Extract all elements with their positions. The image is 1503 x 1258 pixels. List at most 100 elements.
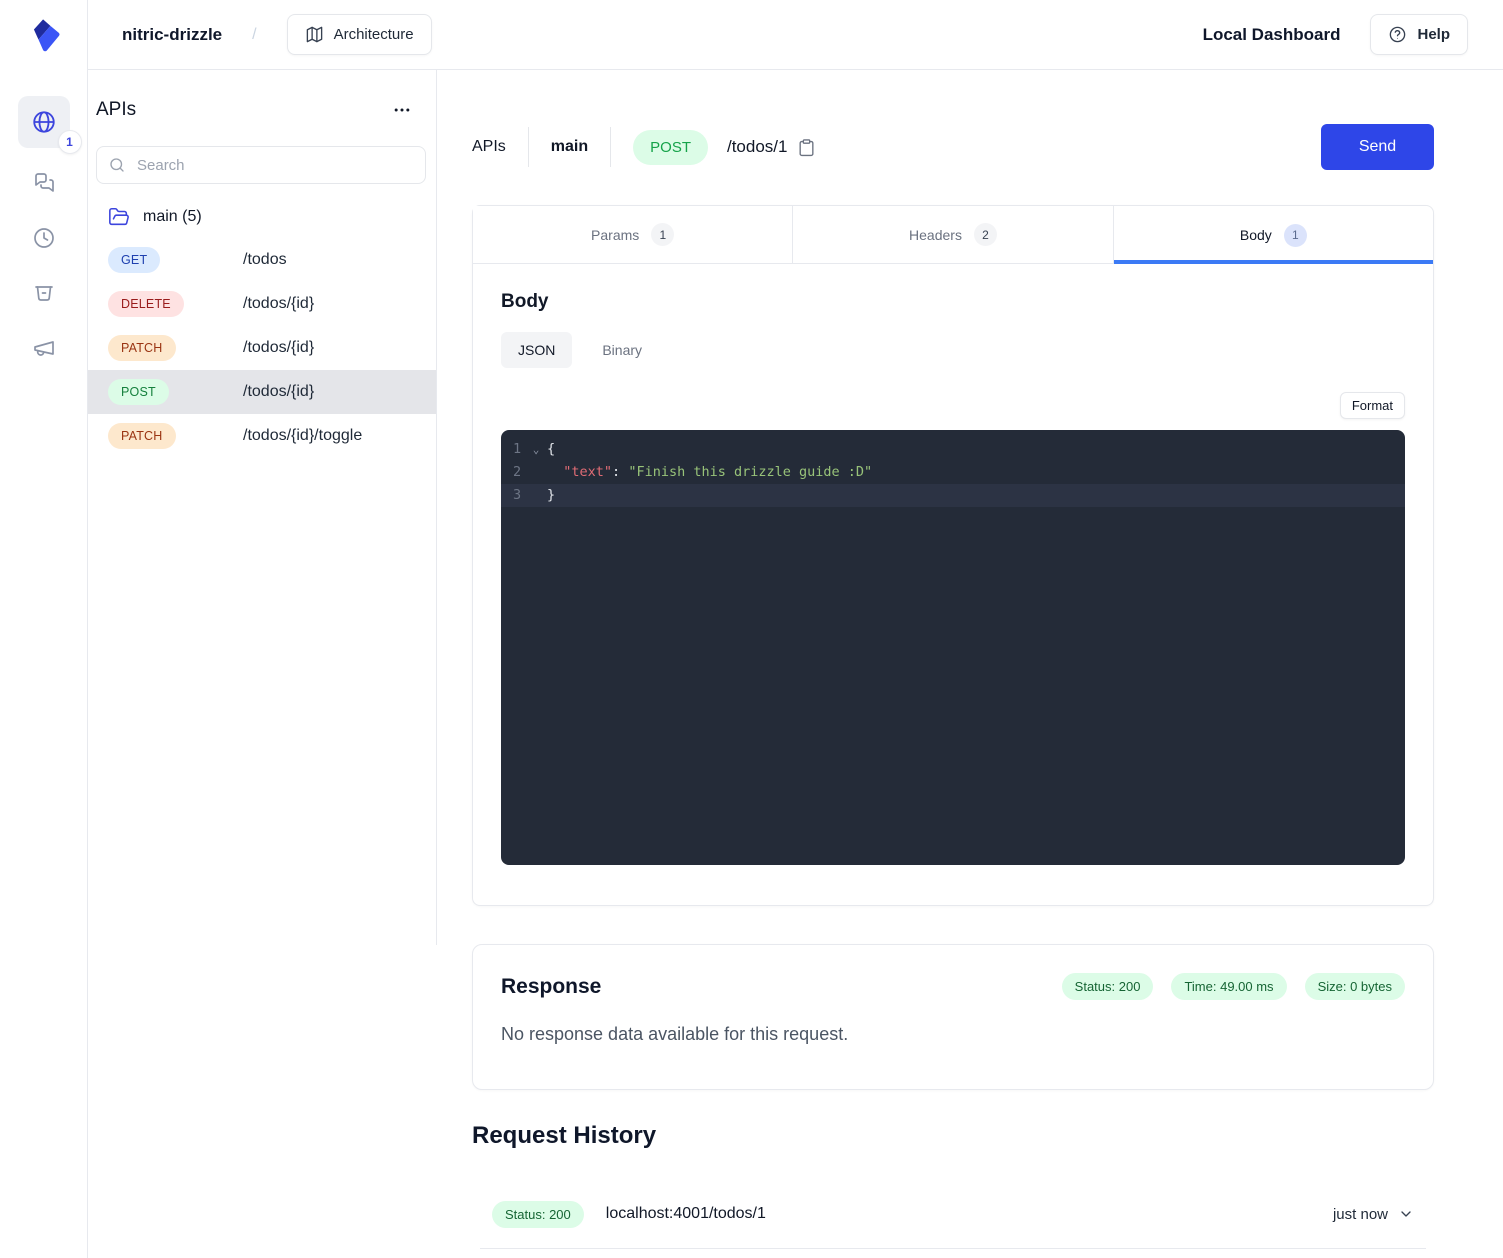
chevron-down-icon[interactable] [1398, 1206, 1414, 1222]
top-bar: nitric-drizzle / Architecture Local Dash… [88, 0, 1503, 70]
response-title: Response [501, 975, 601, 999]
endpoint-path: /todos/{id} [243, 295, 314, 313]
request-history-title: Request History [472, 1122, 1434, 1150]
project-name: nitric-drizzle [122, 25, 222, 45]
nitric-local-dashboard: 1 [0, 0, 1503, 1258]
folder-label: main (5) [143, 208, 202, 226]
history-status-badge: Status: 200 [492, 1201, 584, 1228]
response-empty-message: No response data available for this requ… [501, 1024, 1405, 1045]
divider [528, 127, 529, 167]
line-number: 1 [513, 438, 525, 461]
send-button[interactable]: Send [1321, 124, 1434, 170]
architecture-button[interactable]: Architecture [287, 14, 432, 55]
history-row[interactable]: Status: 200 localhost:4001/todos/1 just … [472, 1192, 1434, 1236]
panel-menu-button[interactable] [388, 96, 416, 124]
code-token: "Finish this drizzle guide :D" [628, 464, 872, 480]
breadcrumb-separator: / [252, 26, 256, 44]
method-badge: PATCH [108, 335, 176, 361]
icon-rail: 1 [0, 0, 88, 1258]
size-badge: Size: 0 bytes [1305, 973, 1405, 1000]
editor-line: 1 ⌄ { [501, 438, 1405, 461]
ellipsis-icon [392, 100, 412, 120]
tab-headers[interactable]: Headers 2 [793, 206, 1113, 264]
time-badge: Time: 49.00 ms [1171, 973, 1286, 1000]
tab-count-badge: 1 [1284, 224, 1307, 247]
apis-count-badge: 1 [58, 130, 82, 154]
code-token [547, 464, 563, 480]
request-tabs: Params 1 Headers 2 Body 1 [473, 206, 1433, 264]
mode-binary[interactable]: Binary [585, 332, 659, 368]
fold-spacer [525, 461, 547, 484]
endpoint-path: /todos/{id} [243, 339, 314, 357]
apis-panel: APIs main [88, 70, 437, 945]
rail-items: 1 [18, 70, 70, 368]
divider [480, 1248, 1426, 1249]
tab-body[interactable]: Body 1 [1114, 206, 1433, 264]
nitric-logo[interactable] [0, 0, 87, 70]
fold-spacer [525, 484, 547, 507]
breadcrumb-apis: APIs [472, 138, 506, 156]
fold-chevron-icon[interactable]: ⌄ [525, 438, 547, 461]
request-bar: APIs main POST /todos/1 Sen [472, 124, 1434, 170]
map-icon [305, 25, 324, 44]
breadcrumb-api-name: main [551, 138, 588, 156]
method-badge: GET [108, 247, 160, 273]
apis-panel-title: APIs [96, 99, 136, 121]
body-section-title: Body [501, 291, 1405, 313]
code-token: "text" [563, 464, 612, 480]
endpoint-patch-todos-id[interactable]: PATCH /todos/{id} [88, 326, 436, 370]
editor-line: 2 "text": "Finish this drizzle guide :D" [501, 461, 1405, 484]
json-body-editor[interactable]: 1 ⌄ { 2 "text": "Finish this drizzle gui… [501, 430, 1405, 865]
tab-label: Body [1240, 227, 1272, 243]
response-card: Response Status: 200 Time: 49.00 ms Size… [472, 944, 1434, 1090]
globe-icon [31, 109, 57, 135]
status-badge: Status: 200 [1062, 973, 1154, 1000]
copy-url-button[interactable] [797, 138, 816, 157]
sidebar-item-apis[interactable]: 1 [18, 96, 70, 148]
mode-json[interactable]: JSON [501, 332, 572, 368]
response-badges: Status: 200 Time: 49.00 ms Size: 0 bytes [1062, 973, 1405, 1000]
editor-line-active: 3 } [501, 484, 1405, 507]
local-dashboard-title: Local Dashboard [1203, 25, 1341, 45]
format-button[interactable]: Format [1340, 392, 1405, 419]
divider [610, 127, 611, 167]
sidebar-item-topics[interactable] [24, 328, 64, 368]
method-badge: DELETE [108, 291, 184, 317]
endpoint-path: /todos/{id}/toggle [243, 427, 362, 445]
tab-params[interactable]: Params 1 [473, 206, 793, 264]
body-mode-switch: JSON Binary [501, 332, 1405, 368]
tab-label: Headers [909, 227, 962, 243]
request-method-badge: POST [633, 130, 708, 165]
api-folder-main[interactable]: main (5) [88, 184, 436, 238]
sidebar-item-storage[interactable] [24, 273, 64, 313]
request-path: /todos/1 [727, 137, 788, 157]
tab-label: Params [591, 227, 639, 243]
history-time: just now [1333, 1206, 1388, 1223]
nitric-logo-icon [22, 13, 66, 57]
endpoint-list: GET /todos DELETE /todos/{id} PATCH /tod… [88, 238, 436, 458]
sidebar-item-schedules[interactable] [24, 218, 64, 258]
help-label: Help [1417, 26, 1450, 43]
method-badge: PATCH [108, 423, 176, 449]
tab-count-badge: 2 [974, 223, 997, 246]
clock-icon [32, 226, 56, 250]
endpoint-delete-todos-id[interactable]: DELETE /todos/{id} [88, 282, 436, 326]
method-badge: POST [108, 379, 169, 405]
help-circle-icon [1388, 25, 1407, 44]
search-icon [108, 156, 126, 174]
search-input[interactable] [96, 146, 426, 184]
line-number: 3 [513, 484, 525, 507]
help-button[interactable]: Help [1370, 14, 1468, 55]
architecture-label: Architecture [334, 26, 414, 43]
endpoint-post-todos-id[interactable]: POST /todos/{id} [88, 370, 436, 414]
clipboard-icon [797, 138, 816, 157]
endpoint-path: /todos/{id} [243, 383, 314, 401]
code-token: { [547, 441, 555, 457]
sidebar-item-websockets[interactable] [24, 163, 64, 203]
tab-count-badge: 1 [651, 223, 674, 246]
history-url: localhost:4001/todos/1 [606, 1205, 766, 1223]
code-token: : [612, 464, 628, 480]
bucket-icon [32, 281, 56, 305]
endpoint-patch-todos-id-toggle[interactable]: PATCH /todos/{id}/toggle [88, 414, 436, 458]
endpoint-get-todos[interactable]: GET /todos [88, 238, 436, 282]
